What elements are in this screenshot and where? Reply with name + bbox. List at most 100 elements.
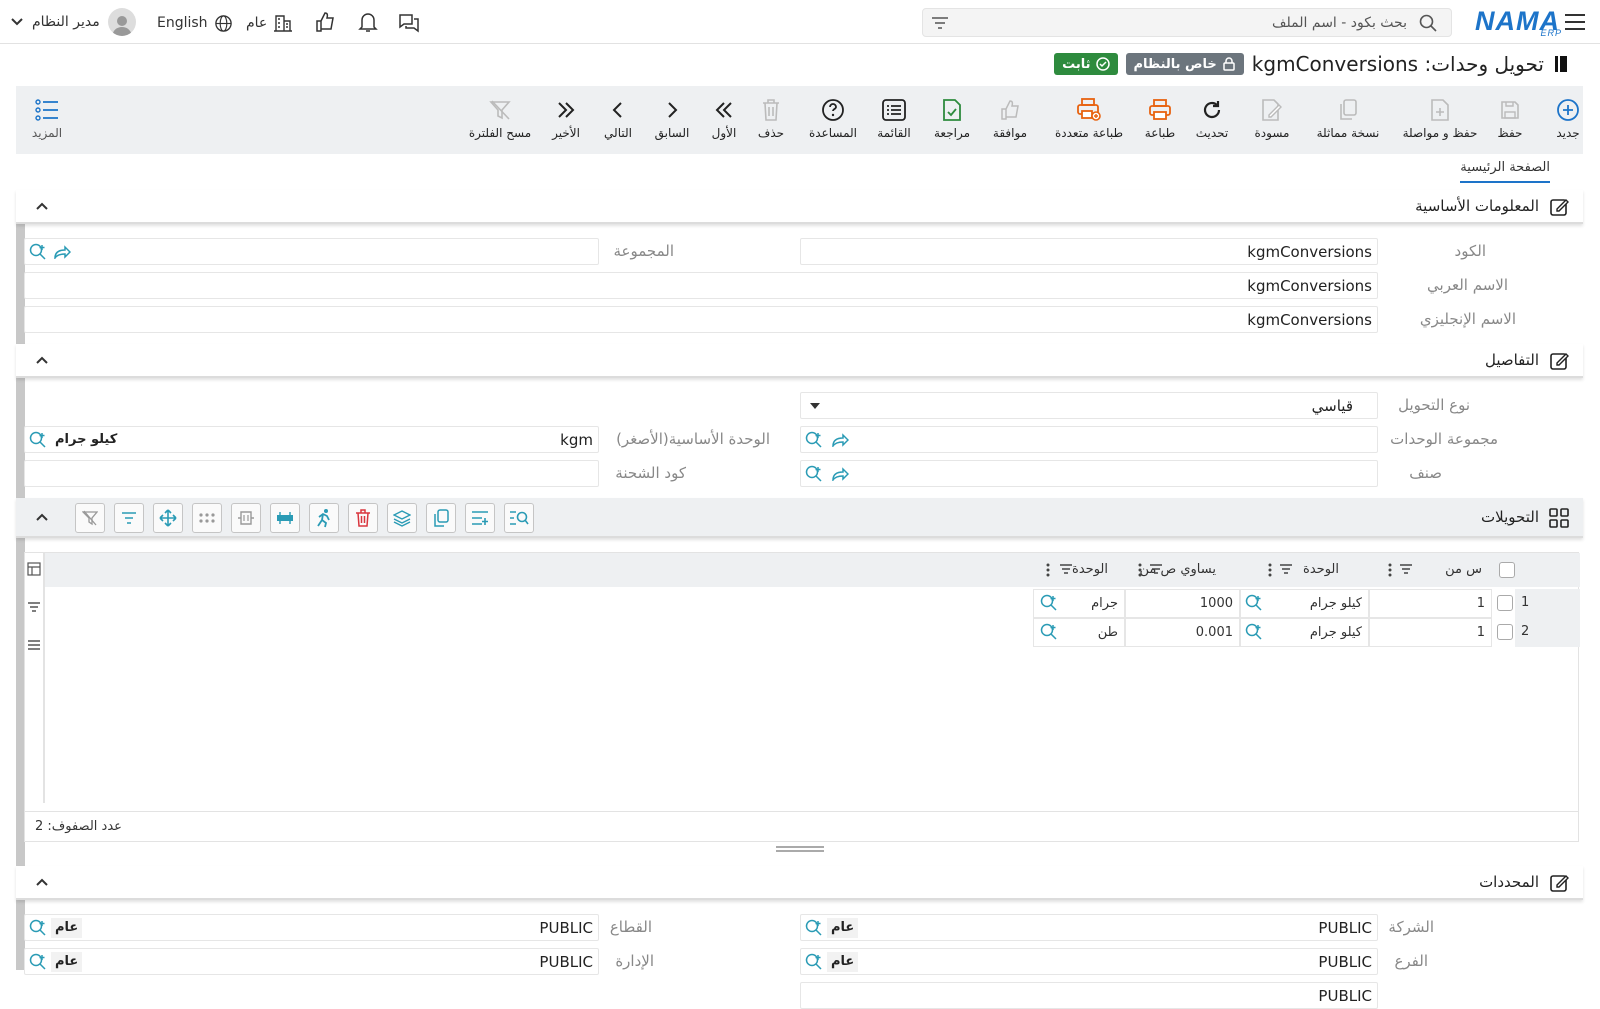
section-dimensions[interactable]: المحددات bbox=[16, 866, 1583, 900]
search-plus-icon[interactable] bbox=[1040, 623, 1058, 641]
save-continue-button[interactable]: حفظ و مواصلة bbox=[1400, 94, 1480, 150]
column-menu-icon[interactable] bbox=[1045, 562, 1051, 578]
refresh-button[interactable]: تحديث bbox=[1194, 94, 1230, 150]
side-filter-icon[interactable] bbox=[26, 599, 42, 615]
search-plus-icon[interactable] bbox=[1245, 594, 1263, 612]
column-menu-icon[interactable] bbox=[1137, 562, 1143, 578]
to-unit-cell[interactable]: طن bbox=[1033, 618, 1125, 647]
unit-cell[interactable]: كيلو جرام bbox=[1240, 589, 1369, 618]
open-link-icon[interactable] bbox=[831, 432, 849, 448]
approvals-thumbs-up-icon[interactable] bbox=[313, 10, 337, 34]
code-field[interactable]: kgmConversions bbox=[800, 238, 1378, 265]
grid-dots-button[interactable] bbox=[192, 503, 222, 533]
review-button[interactable]: مراجعة bbox=[934, 94, 970, 150]
table-row[interactable]: 1 1 كيلو جرام 1000 جرام bbox=[45, 589, 1580, 618]
column-header-x-from[interactable]: س من bbox=[1445, 562, 1482, 577]
collapse-chevron-up-icon[interactable] bbox=[34, 875, 50, 889]
open-link-icon[interactable] bbox=[831, 466, 849, 482]
item-field[interactable] bbox=[800, 460, 1378, 487]
column-header-unit[interactable]: الوحدة bbox=[1303, 562, 1339, 577]
column-header-to-unit[interactable]: الوحدة bbox=[1072, 562, 1108, 577]
nama-logo[interactable]: NAMA ERP bbox=[1475, 6, 1561, 38]
draft-button[interactable]: مسودة bbox=[1252, 94, 1292, 150]
scope-selector[interactable]: عام bbox=[246, 12, 293, 34]
search-plus-icon[interactable] bbox=[29, 243, 47, 261]
approve-button[interactable]: موافقة bbox=[990, 94, 1030, 150]
hamburger-menu-icon[interactable] bbox=[1562, 10, 1588, 34]
conversion-type-select[interactable]: قياسي bbox=[800, 392, 1378, 419]
select-all-checkbox[interactable] bbox=[1499, 562, 1515, 578]
search-plus-icon[interactable] bbox=[1040, 594, 1058, 612]
department-field[interactable]: PUBLIC عام bbox=[24, 948, 599, 975]
column-filter-icon[interactable] bbox=[1059, 563, 1073, 575]
analytic-set-field[interactable]: PUBLIC bbox=[800, 982, 1378, 1009]
grid-search-lines-button[interactable] bbox=[504, 503, 534, 533]
search-plus-icon[interactable] bbox=[29, 919, 47, 937]
grid-layers-button[interactable] bbox=[387, 503, 417, 533]
collapse-chevron-up-icon[interactable] bbox=[34, 510, 50, 524]
grid-run-button[interactable] bbox=[309, 503, 339, 533]
equals-cell[interactable]: 1000 bbox=[1125, 589, 1240, 618]
equals-cell[interactable]: 0.001 bbox=[1125, 618, 1240, 647]
side-columns-icon[interactable] bbox=[26, 637, 42, 653]
bookmark-icon[interactable] bbox=[1552, 53, 1570, 75]
sector-field[interactable]: PUBLIC عام bbox=[24, 914, 599, 941]
search-icon[interactable] bbox=[1419, 14, 1437, 32]
help-button[interactable]: المساعدة bbox=[808, 94, 858, 150]
save-button[interactable]: حفظ bbox=[1495, 94, 1525, 150]
english-name-field[interactable]: kgmConversions bbox=[24, 306, 1378, 333]
search-box[interactable]: بحث بكود - اسم الملف bbox=[922, 8, 1452, 37]
print-button[interactable]: طباعة bbox=[1144, 94, 1176, 150]
multi-print-button[interactable]: طباعة متعددة bbox=[1052, 94, 1126, 150]
unit-cell[interactable]: كيلو جرام bbox=[1240, 618, 1369, 647]
branch-field[interactable]: PUBLIC عام bbox=[800, 948, 1378, 975]
table-row[interactable]: 2 1 كيلو جرام 0.001 طن bbox=[45, 618, 1580, 647]
chat-icon[interactable] bbox=[397, 10, 421, 34]
unit-group-field[interactable] bbox=[800, 426, 1378, 453]
list-button[interactable]: القائمة bbox=[876, 94, 912, 150]
delete-button[interactable]: حذف bbox=[756, 94, 786, 150]
more-button[interactable]: المزيد bbox=[30, 94, 64, 150]
clear-grid-filter-button[interactable] bbox=[75, 503, 105, 533]
column-filter-icon[interactable] bbox=[1399, 563, 1413, 575]
row-checkbox[interactable] bbox=[1497, 624, 1513, 640]
grid-insert-row-button[interactable] bbox=[270, 503, 300, 533]
row-checkbox[interactable] bbox=[1497, 595, 1513, 611]
section-basic-info[interactable]: المعلومات الأساسية bbox=[16, 190, 1583, 224]
collapse-chevron-up-icon[interactable] bbox=[34, 353, 50, 367]
group-field[interactable] bbox=[24, 238, 599, 265]
search-plus-icon[interactable] bbox=[29, 953, 47, 971]
last-button[interactable]: الأخير bbox=[552, 94, 580, 150]
resize-handle[interactable] bbox=[776, 846, 824, 852]
new-button[interactable]: جديد bbox=[1554, 94, 1582, 150]
table-settings-icon[interactable] bbox=[26, 561, 42, 577]
next-button[interactable]: التالي bbox=[602, 94, 634, 150]
collapse-chevron-up-icon[interactable] bbox=[34, 199, 50, 213]
filter-icon[interactable] bbox=[931, 15, 949, 31]
x-from-cell[interactable]: 1 bbox=[1369, 618, 1492, 647]
duplicate-button[interactable]: نسخة مماثلة bbox=[1316, 94, 1380, 150]
language-switcher[interactable]: English bbox=[157, 12, 234, 34]
grid-filter-button[interactable] bbox=[114, 503, 144, 533]
previous-button[interactable]: السابق bbox=[654, 94, 690, 150]
grid-move-button[interactable] bbox=[153, 503, 183, 533]
dropdown-caret-icon[interactable] bbox=[809, 401, 821, 411]
notifications-bell-icon[interactable] bbox=[356, 10, 380, 34]
to-unit-cell[interactable]: جرام bbox=[1033, 589, 1125, 618]
tab-main[interactable]: الصفحة الرئيسية bbox=[1460, 160, 1550, 183]
open-link-icon[interactable] bbox=[53, 244, 71, 260]
grid-copy-button[interactable] bbox=[426, 503, 456, 533]
column-menu-icon[interactable] bbox=[1387, 562, 1393, 578]
grid-fit-columns-button[interactable] bbox=[231, 503, 261, 533]
grid-delete-button[interactable] bbox=[348, 503, 378, 533]
x-from-cell[interactable]: 1 bbox=[1369, 589, 1492, 618]
arabic-name-field[interactable]: kgmConversions bbox=[24, 272, 1378, 299]
search-plus-icon[interactable] bbox=[805, 953, 823, 971]
section-details[interactable]: التفاصيل bbox=[16, 344, 1583, 378]
clear-filter-button[interactable]: مسح الفلترة bbox=[468, 94, 532, 150]
batch-code-field[interactable] bbox=[24, 460, 599, 487]
search-plus-icon[interactable] bbox=[1245, 623, 1263, 641]
search-plus-icon[interactable] bbox=[805, 465, 823, 483]
user-menu[interactable]: مدير النظام bbox=[10, 8, 136, 36]
column-filter-icon[interactable] bbox=[1279, 563, 1293, 575]
